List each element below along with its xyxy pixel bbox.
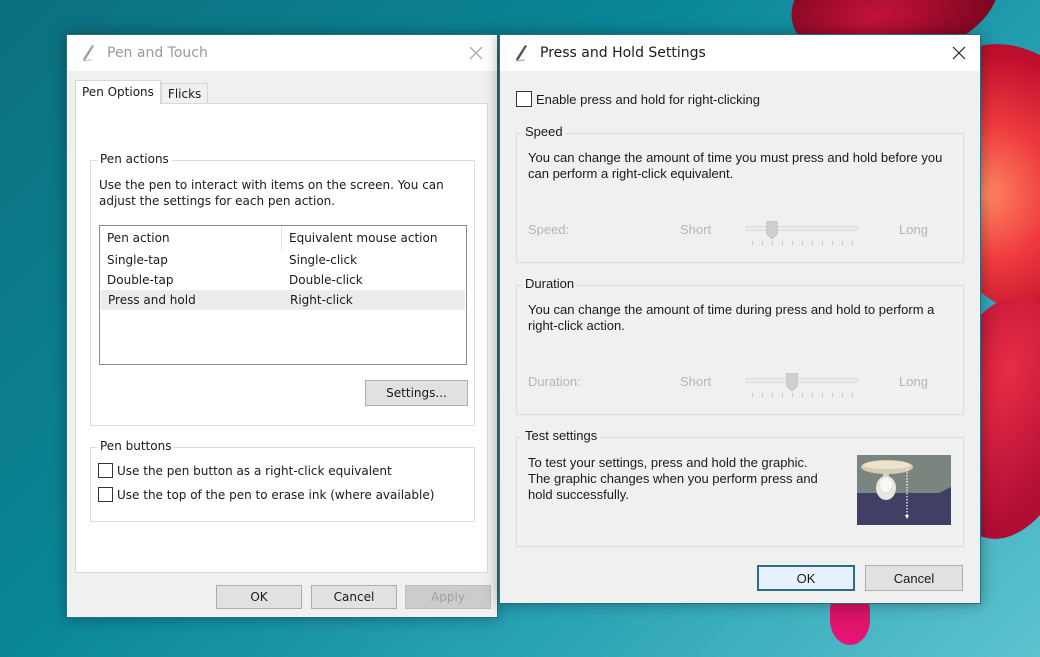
test-graphic[interactable] <box>857 455 951 525</box>
mouse-action-cell: Double-click <box>289 273 363 287</box>
speed-slider[interactable] <box>746 221 858 239</box>
ok-button[interactable]: OK <box>757 565 855 591</box>
group-legend: Pen buttons <box>97 439 175 453</box>
close-icon <box>469 46 483 60</box>
speed-ticks <box>752 241 853 246</box>
speed-long-label: Long <box>899 222 928 237</box>
pen-buttons-group: Pen buttons Use the pen button as a righ… <box>90 439 475 522</box>
title-bar[interactable]: Press and Hold Settings <box>500 35 980 71</box>
speed-label: Speed: <box>528 222 570 237</box>
pen-icon <box>515 45 527 62</box>
mouse-action-cell: Right-click <box>290 293 353 307</box>
duration-ticks <box>752 393 853 398</box>
speed-tick <box>822 241 823 245</box>
duration-slider-row: Duration: Short Long <box>528 373 958 404</box>
tab-strip: Pen Options Flicks <box>75 80 209 104</box>
close-button[interactable] <box>946 41 972 65</box>
speed-tick <box>802 241 803 245</box>
duration-tick <box>782 393 783 397</box>
tab-flicks[interactable]: Flicks <box>160 83 209 104</box>
right-click-equivalent-checkbox[interactable] <box>98 463 113 478</box>
title-bar[interactable]: Pen and Touch <box>67 35 497 71</box>
duration-tick <box>822 393 823 397</box>
cancel-button[interactable]: Cancel <box>865 565 963 591</box>
group-legend: Pen actions <box>97 152 172 166</box>
speed-tick <box>832 241 833 245</box>
enable-press-hold-checkbox[interactable] <box>516 91 532 107</box>
right-click-equivalent-option[interactable]: Use the pen button as a right-click equi… <box>98 463 392 478</box>
speed-group: Speed You can change the amount of time … <box>516 124 964 263</box>
group-legend: Duration <box>522 276 578 291</box>
duration-tick <box>852 393 853 397</box>
option-label: Enable press and hold for right-clicking <box>536 91 761 107</box>
speed-tick <box>782 241 783 245</box>
group-legend: Test settings <box>522 428 601 443</box>
close-button[interactable] <box>463 41 489 65</box>
duration-label: Duration: <box>528 374 581 389</box>
enable-press-hold-option[interactable]: Enable press and hold for right-clicking <box>516 91 760 107</box>
tab-pen-options[interactable]: Pen Options <box>75 80 161 104</box>
duration-tick <box>772 393 773 397</box>
pen-action-cell: Double-tap <box>107 273 174 287</box>
speed-slider-thumb[interactable] <box>766 221 778 239</box>
speed-tick <box>752 241 753 245</box>
option-label: Use the top of the pen to erase ink (whe… <box>117 487 435 502</box>
pen-icon <box>82 45 94 62</box>
duration-tick <box>832 393 833 397</box>
pen-action-cell: Single-tap <box>107 253 168 267</box>
duration-tick <box>762 393 763 397</box>
list-item[interactable]: Single-tap Single-click <box>100 250 466 270</box>
speed-tick <box>762 241 763 245</box>
erase-ink-checkbox[interactable] <box>98 487 113 502</box>
press-and-hold-settings-window: Press and Hold Settings Enable press and… <box>499 34 981 604</box>
list-item-selected[interactable]: Press and hold Right-click <box>101 290 465 310</box>
duration-tick <box>842 393 843 397</box>
option-label: Use the pen button as a right-click equi… <box>117 463 392 478</box>
cancel-button[interactable]: Cancel <box>311 585 397 609</box>
pen-action-cell: Press and hold <box>108 293 196 307</box>
duration-slider[interactable] <box>746 373 858 391</box>
speed-slider-row: Speed: Short Long <box>528 221 958 252</box>
duration-tick <box>792 393 793 397</box>
test-settings-group: Test settings To test your settings, pre… <box>516 428 964 547</box>
speed-tick <box>772 241 773 245</box>
column-header-mouse-action[interactable]: Equivalent mouse action <box>282 231 466 245</box>
speed-description: You can change the amount of time you mu… <box>528 150 943 181</box>
mouse-action-cell: Single-click <box>289 253 358 267</box>
group-legend: Speed <box>522 124 566 139</box>
window-title: Pen and Touch <box>107 45 208 61</box>
speed-tick <box>792 241 793 245</box>
close-icon <box>952 46 966 60</box>
pen-actions-list[interactable]: Pen action Equivalent mouse action Singl… <box>99 225 467 365</box>
pen-actions-description: Use the pen to interact with items on th… <box>99 178 444 208</box>
speed-tick <box>842 241 843 245</box>
list-item[interactable]: Double-tap Double-click <box>100 270 466 290</box>
window-title: Press and Hold Settings <box>540 45 706 61</box>
pen-options-panel: Pen actions Use the pen to interact with… <box>75 103 488 573</box>
settings-button[interactable]: Settings... <box>365 380 468 406</box>
test-description: To test your settings, press and hold th… <box>528 455 818 502</box>
speed-short-label: Short <box>680 222 712 237</box>
duration-short-label: Short <box>680 374 712 389</box>
pen-actions-group: Pen actions Use the pen to interact with… <box>90 152 475 426</box>
duration-description: You can change the amount of time during… <box>528 302 935 333</box>
duration-tick <box>812 393 813 397</box>
list-header: Pen action Equivalent mouse action <box>100 226 466 250</box>
duration-group: Duration You can change the amount of ti… <box>516 276 964 415</box>
ok-button[interactable]: OK <box>216 585 302 609</box>
duration-tick <box>802 393 803 397</box>
apply-button[interactable]: Apply <box>405 585 491 609</box>
speed-tick <box>852 241 853 245</box>
erase-ink-option[interactable]: Use the top of the pen to erase ink (whe… <box>98 487 434 502</box>
speed-tick <box>812 241 813 245</box>
column-header-pen-action[interactable]: Pen action <box>100 226 282 250</box>
duration-slider-thumb[interactable] <box>786 373 798 391</box>
duration-long-label: Long <box>899 374 928 389</box>
pen-and-touch-window: Pen and Touch Pen Options Flicks Pen act… <box>66 34 498 618</box>
duration-tick <box>752 393 753 397</box>
